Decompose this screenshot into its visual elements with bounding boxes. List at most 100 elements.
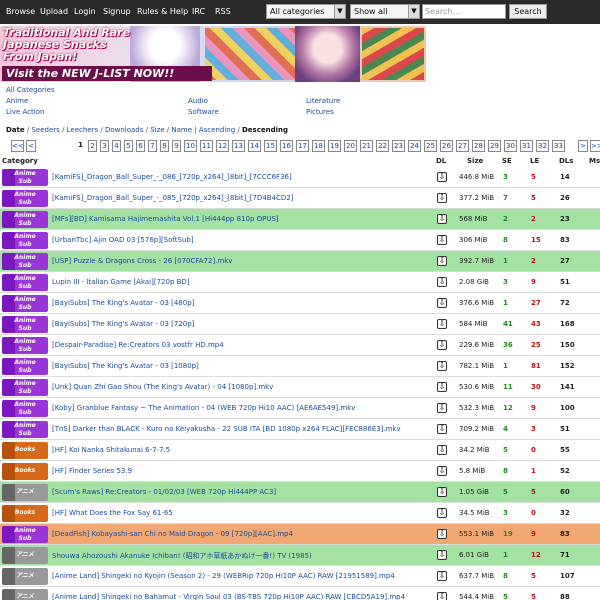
download-icon[interactable]: ⇩ (437, 172, 447, 182)
download-icon[interactable]: ⇩ (437, 298, 447, 308)
page-link-14[interactable]: 14 (248, 140, 261, 152)
nav-irc[interactable]: IRC (192, 7, 205, 16)
category-badge-anime[interactable]: Anime Sub (2, 421, 48, 438)
download-icon[interactable]: ⇩ (437, 466, 447, 476)
page-link-20[interactable]: 20 (344, 140, 357, 152)
category-badge-books[interactable]: Books (2, 505, 48, 522)
category-badge-anime[interactable]: Anime Sub (2, 526, 48, 543)
page-link-28[interactable]: 28 (472, 140, 485, 152)
column-dls[interactable]: DLs (559, 157, 573, 165)
last-page-button[interactable]: >> (590, 140, 600, 152)
nav-browse[interactable]: Browse (6, 7, 35, 16)
category-badge-anime[interactable]: Anime Sub (2, 379, 48, 396)
next-page-button[interactable]: > (578, 140, 588, 152)
download-icon[interactable]: ⇩ (437, 277, 447, 287)
page-link-33[interactable]: 33 (552, 140, 565, 152)
sort-date[interactable]: Date (6, 126, 25, 134)
category-badge-raw[interactable]: アニメ (2, 484, 48, 501)
category-badge-anime[interactable]: Anime Sub (2, 400, 48, 417)
category-live-action[interactable]: Live Action (6, 108, 44, 116)
download-icon[interactable]: ⇩ (437, 319, 447, 329)
category-anime[interactable]: Anime (6, 97, 28, 105)
page-link-8[interactable]: 8 (160, 140, 169, 152)
page-link-19[interactable]: 19 (328, 140, 341, 152)
column-size[interactable]: Size (467, 157, 483, 165)
category-badge-raw[interactable]: アニメ (2, 589, 48, 600)
page-link-6[interactable]: 6 (136, 140, 145, 152)
torrent-name-link[interactable]: [KamiFS]_Dragon_Ball_Super_-_085_[720p_x… (52, 194, 294, 202)
sort-seeders[interactable]: Seeders (31, 126, 59, 134)
category-audio[interactable]: Audio (188, 97, 208, 105)
page-link-10[interactable]: 10 (184, 140, 197, 152)
category-software[interactable]: Software (188, 108, 219, 116)
page-link-7[interactable]: 7 (148, 140, 157, 152)
prev-page-button[interactable]: < (26, 140, 36, 152)
sort-size[interactable]: Size (150, 126, 164, 134)
category-badge-raw[interactable]: アニメ (2, 568, 48, 585)
torrent-name-link[interactable]: [BayiSubs] The King's Avatar - 03 [1080p… (52, 362, 199, 370)
page-link-31[interactable]: 31 (520, 140, 533, 152)
sort-descending[interactable]: Descending (242, 126, 288, 134)
page-link-15[interactable]: 15 (264, 140, 277, 152)
download-icon[interactable]: ⇩ (437, 508, 447, 518)
download-icon[interactable]: ⇩ (437, 529, 447, 539)
torrent-name-link[interactable]: [HF] What Does the Fox Say 61-65 (52, 509, 173, 517)
page-link-4[interactable]: 4 (112, 140, 121, 152)
category-badge-anime[interactable]: Anime Sub (2, 358, 48, 375)
page-link-17[interactable]: 17 (296, 140, 309, 152)
page-link-23[interactable]: 23 (392, 140, 405, 152)
page-link-5[interactable]: 5 (124, 140, 133, 152)
sort-ascending[interactable]: Ascending (199, 126, 235, 134)
category-all[interactable]: All Categories (6, 86, 55, 94)
page-link-30[interactable]: 30 (504, 140, 517, 152)
page-link-22[interactable]: 22 (376, 140, 389, 152)
torrent-name-link[interactable]: Shouwa Ahozoushi Akanuke Ichiban! (昭和アホ草… (52, 551, 312, 561)
page-link-24[interactable]: 24 (408, 140, 421, 152)
page-link-29[interactable]: 29 (488, 140, 501, 152)
download-icon[interactable]: ⇩ (437, 340, 447, 350)
torrent-name-link[interactable]: [BayiSubs] The King's Avatar - 03 [480p] (52, 299, 194, 307)
torrent-name-link[interactable]: [HF] Finder Series 53.9 (52, 467, 132, 475)
torrent-name-link[interactable]: [MFs][BD] Kamisama Hajimemashita Vol.1 [… (52, 215, 279, 223)
first-page-button[interactable]: << (11, 140, 24, 152)
page-link-9[interactable]: 9 (172, 140, 181, 152)
download-icon[interactable]: ⇩ (437, 550, 447, 560)
torrent-name-link[interactable]: [UrbanTbc] Ajin OAD 03 [576p][SoftSub] (52, 236, 194, 244)
category-badge-anime[interactable]: Anime Sub (2, 232, 48, 249)
sort-downloads[interactable]: Downloads (105, 126, 143, 134)
torrent-name-link[interactable]: [DeadFish] Kobayashi-san Chi no Maid Dra… (52, 530, 293, 538)
download-icon[interactable]: ⇩ (437, 571, 447, 581)
page-link-1[interactable]: 1 (76, 140, 85, 152)
column-msg[interactable]: Msg (589, 157, 600, 165)
nav-signup[interactable]: Signup (103, 7, 131, 16)
column-dl[interactable]: DL (436, 157, 446, 165)
download-icon[interactable]: ⇩ (437, 256, 447, 266)
category-badge-anime[interactable]: Anime Sub (2, 274, 48, 291)
column-category[interactable]: Category (2, 157, 38, 165)
category-badge-raw[interactable]: アニメ (2, 547, 48, 564)
download-icon[interactable]: ⇩ (437, 445, 447, 455)
nav-upload[interactable]: Upload (40, 7, 68, 16)
category-badge-books[interactable]: Books (2, 442, 48, 459)
category-pictures[interactable]: Pictures (306, 108, 334, 116)
torrent-name-link[interactable]: [Unk] Quan Zhi Gao Shou (The King's Avat… (52, 383, 273, 391)
status-select[interactable]: Show all ▼ (350, 4, 420, 19)
column-se[interactable]: SE (502, 157, 512, 165)
category-badge-anime[interactable]: Anime Sub (2, 190, 48, 207)
nav-login[interactable]: Login (74, 7, 96, 16)
page-link-12[interactable]: 12 (216, 140, 229, 152)
sort-name[interactable]: Name (171, 126, 192, 134)
torrent-name-link[interactable]: [Scum's Raws] Re:Creators - 01/02/03 [WE… (52, 488, 276, 496)
page-link-11[interactable]: 11 (200, 140, 213, 152)
search-button[interactable]: Search (509, 4, 547, 19)
jlist-ad-banner[interactable]: Traditional And Rare Japanese Snacks Fro… (0, 26, 426, 82)
category-literature[interactable]: Literature (306, 97, 340, 105)
torrent-name-link[interactable]: [KamiFS]_Dragon_Ball_Super_-_086_[720p_x… (52, 173, 292, 181)
category-badge-anime[interactable]: Anime Sub (2, 337, 48, 354)
download-icon[interactable]: ⇩ (437, 382, 447, 392)
nav-rules-help[interactable]: Rules & Help (137, 7, 188, 16)
torrent-name-link[interactable]: [USP] Puzzle & Dragons Cross - 26 [070CF… (52, 257, 232, 265)
category-badge-anime[interactable]: Anime Sub (2, 316, 48, 333)
category-badge-anime[interactable]: Anime Sub (2, 211, 48, 228)
torrent-name-link[interactable]: Lupin III - Italian Game [Akai][720p BD] (52, 278, 190, 286)
